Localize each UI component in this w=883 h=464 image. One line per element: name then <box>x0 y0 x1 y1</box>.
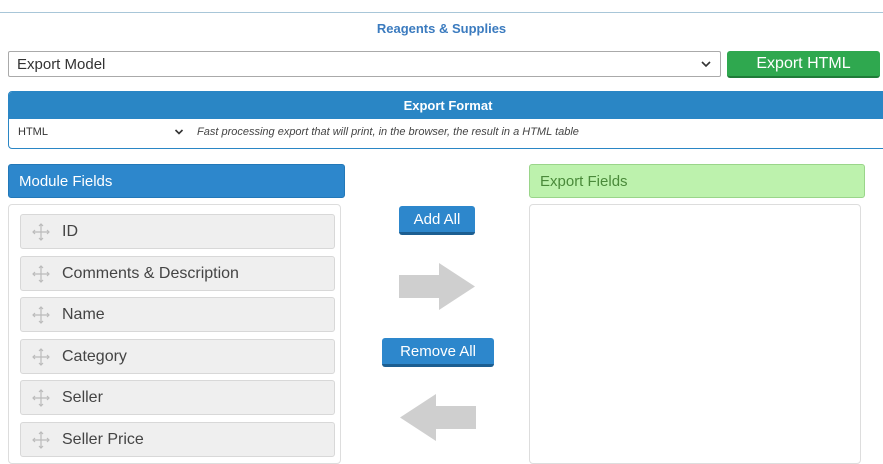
export-fields-list[interactable] <box>529 204 861 464</box>
add-all-button[interactable]: Add All <box>399 206 475 235</box>
module-fields-list: ID Comments & Description Name Category … <box>8 204 341 464</box>
module-field-label: ID <box>62 222 78 240</box>
move-icon <box>32 264 50 283</box>
module-field-item[interactable]: Comments & Description <box>20 256 335 291</box>
module-fields-header: Module Fields <box>8 164 345 198</box>
move-icon <box>32 430 50 449</box>
module-field-label: Comments & Description <box>62 264 239 282</box>
module-field-label: Seller Price <box>62 430 144 448</box>
export-format-select[interactable]: HTML Fast processing export that will pr… <box>9 119 883 148</box>
export-format-panel: Export Format HTML Fast processing expor… <box>8 91 883 149</box>
export-format-title: Export Format <box>9 92 883 119</box>
module-field-item[interactable]: Name <box>20 297 335 332</box>
module-field-item[interactable]: Seller Price <box>20 422 335 457</box>
arrow-right-icon[interactable] <box>399 263 477 310</box>
move-icon <box>32 305 50 324</box>
module-field-item[interactable]: ID <box>20 214 335 249</box>
module-field-item[interactable]: Seller <box>20 380 335 415</box>
module-field-label: Name <box>62 305 105 323</box>
remove-all-button[interactable]: Remove All <box>382 338 494 367</box>
export-model-value: Export Model <box>17 55 106 73</box>
move-icon <box>32 347 50 366</box>
arrow-left-icon[interactable] <box>398 394 476 441</box>
export-html-button[interactable]: Export HTML <box>727 51 880 78</box>
export-model-select[interactable]: Export Model <box>8 51 721 77</box>
move-icon <box>32 222 50 241</box>
export-format-value: HTML <box>18 126 48 138</box>
chevron-down-icon <box>701 61 711 68</box>
export-fields-header: Export Fields <box>529 164 865 198</box>
move-icon <box>32 388 50 407</box>
export-format-description: Fast processing export that will print, … <box>197 126 579 138</box>
module-title: Reagents & Supplies <box>0 12 883 43</box>
module-field-label: Seller <box>62 388 103 406</box>
chevron-down-icon <box>174 129 184 135</box>
module-field-label: Category <box>62 347 127 365</box>
module-field-item[interactable]: Category <box>20 339 335 374</box>
